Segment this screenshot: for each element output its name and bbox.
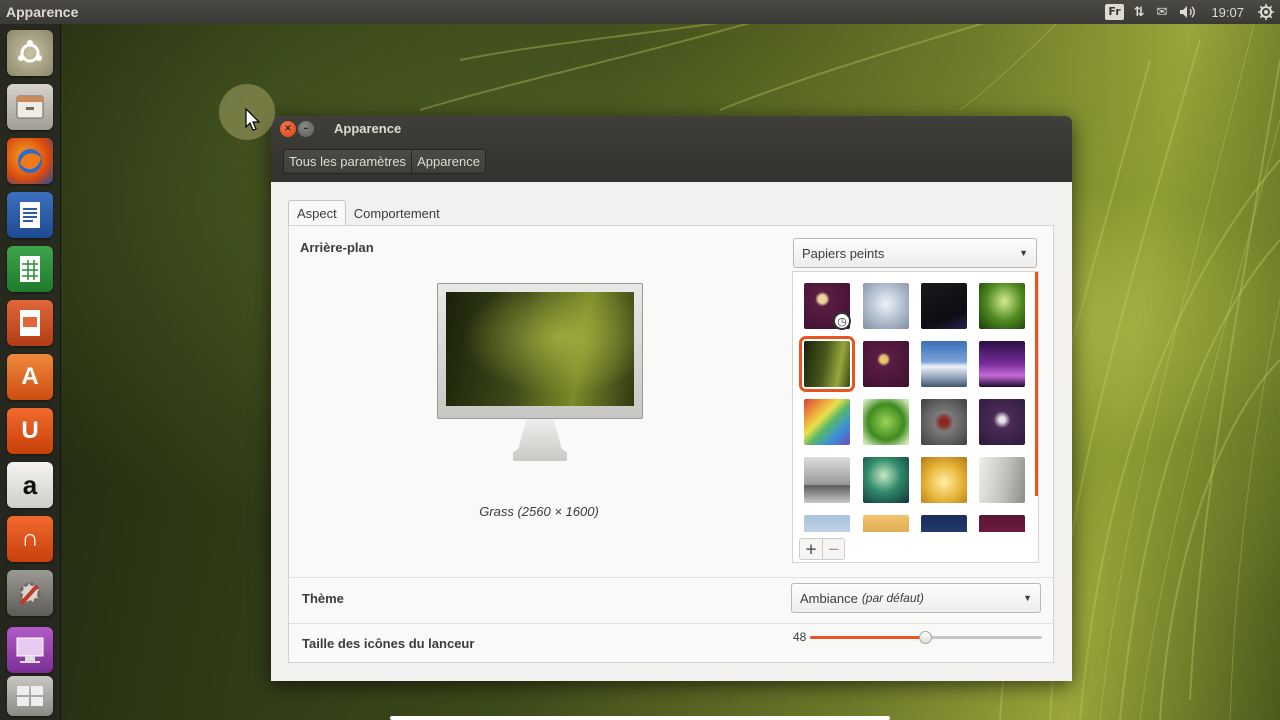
wallpaper-source-value: Papiers peints (802, 245, 885, 261)
wallpaper-thumb[interactable] (979, 515, 1025, 532)
icon-size-slider-fill (810, 636, 926, 639)
impress-icon[interactable] (7, 300, 53, 346)
theme-dropdown[interactable]: Ambiance (par défaut) ▼ (791, 583, 1041, 613)
monitor-frame (437, 283, 643, 419)
calc-icon[interactable] (7, 246, 53, 292)
ubuntu-one-music-icon[interactable]: ∩ (7, 516, 53, 562)
background-label: Arrière-plan (300, 240, 374, 255)
launcher: A U a ∩ (0, 24, 61, 720)
wallpaper-thumb[interactable] (863, 457, 909, 503)
wallpaper-thumb[interactable] (863, 399, 909, 445)
tab-comportement[interactable]: Comportement (346, 201, 448, 226)
wallpaper-thumb[interactable] (921, 399, 967, 445)
tab-aspect[interactable]: Aspect (288, 200, 346, 226)
wallpaper-thumb-selected[interactable] (799, 336, 855, 392)
wallpaper-grid-scrollbar[interactable] (1035, 272, 1038, 496)
firefox-icon[interactable] (7, 138, 53, 184)
volume-icon[interactable] (1173, 0, 1203, 24)
clock-icon: ◷ (833, 312, 851, 330)
icon-size-slider-handle[interactable] (919, 631, 932, 644)
tab-panel: Arrière-plan Grass (2560 × 1600) Papiers… (288, 225, 1054, 663)
theme-label: Thème (302, 591, 344, 606)
wallpaper-preview (437, 283, 643, 461)
monitor-screen (446, 292, 634, 406)
close-button[interactable]: × (280, 120, 296, 137)
icon-size-label: Taille des icônes du lanceur (302, 636, 475, 651)
wallpaper-thumb[interactable] (804, 515, 850, 532)
wallpaper-thumb[interactable] (921, 283, 967, 329)
wallpaper-grid: ◷ + − (792, 271, 1039, 563)
icon-size-value: 48 (793, 630, 807, 644)
wallpaper-thumb[interactable]: ◷ (804, 283, 851, 330)
bottom-bar (390, 716, 890, 720)
clock[interactable]: 19:07 (1203, 0, 1252, 24)
monitor-stand (513, 419, 567, 461)
window-titlebar[interactable]: × – Apparence (271, 116, 1072, 141)
wallpaper-thumb[interactable] (863, 283, 909, 329)
window-title: Apparence (334, 121, 402, 136)
wallpaper-thumb[interactable] (921, 341, 967, 387)
wallpaper-thumb[interactable] (979, 341, 1025, 387)
breadcrumb: Tous les paramètres Apparence (283, 149, 486, 174)
wallpaper-caption: Grass (2560 × 1600) (479, 504, 599, 519)
chevron-down-icon: ▼ (1019, 248, 1028, 258)
theme-value: Ambiance (800, 590, 858, 606)
ubuntu-one-icon[interactable]: U (7, 408, 53, 454)
tab-bar: Aspect Comportement (288, 198, 1054, 226)
wallpaper-thumb[interactable] (863, 341, 909, 387)
network-updown-icon[interactable]: ⇅ (1128, 0, 1151, 24)
wallpaper-source-dropdown[interactable]: Papiers peints ▼ (793, 238, 1037, 268)
window-toolbar: Tous les paramètres Apparence (271, 141, 1072, 182)
appearance-window: × – Apparence Tous les paramètres Appare… (271, 116, 1072, 681)
ubuntu-dash-icon[interactable] (7, 30, 53, 76)
gear-power-icon[interactable] (1252, 0, 1280, 24)
mail-icon[interactable]: ✉ (1151, 0, 1174, 24)
wallpaper-grid-scroll[interactable]: ◷ (793, 272, 1037, 532)
divider (289, 623, 1053, 624)
wallpaper-thumb[interactable] (979, 283, 1025, 329)
divider (289, 577, 1053, 578)
wallpaper-actions: + − (799, 538, 845, 560)
software-center-icon[interactable]: A (7, 354, 53, 400)
minimize-button[interactable]: – (298, 120, 314, 137)
breadcrumb-appearance[interactable]: Apparence (412, 150, 485, 173)
wallpaper-thumb[interactable] (863, 515, 909, 532)
breadcrumb-all-settings[interactable]: Tous les paramètres (284, 150, 413, 173)
active-app-title: Apparence (6, 4, 79, 20)
wallpaper-thumb[interactable] (921, 515, 967, 532)
system-settings-icon[interactable] (7, 570, 53, 616)
appearance-icon[interactable] (7, 627, 53, 673)
top-panel: Apparence Fr ⇅ ✉ 19:07 (0, 0, 1280, 24)
wallpaper-thumb[interactable] (979, 399, 1025, 445)
wallpaper-thumb[interactable] (979, 457, 1025, 503)
remove-wallpaper-button[interactable]: − (822, 539, 844, 559)
add-wallpaper-button[interactable]: + (800, 539, 822, 559)
wallpaper-thumb[interactable] (804, 399, 850, 445)
files-icon[interactable] (7, 84, 53, 130)
window-content: Aspect Comportement Arrière-plan Grass (… (288, 198, 1054, 663)
theme-default-hint: (par défaut) (861, 591, 924, 605)
wallpaper-thumb[interactable] (921, 457, 967, 503)
indicator-area: Fr ⇅ ✉ 19:07 (1101, 0, 1280, 24)
amazon-icon[interactable]: a (7, 462, 53, 508)
wallpaper-thumb[interactable] (804, 457, 850, 503)
writer-icon[interactable] (7, 192, 53, 238)
mouse-pointer-icon (245, 108, 261, 131)
chevron-down-icon: ▼ (1023, 593, 1032, 603)
keyboard-layout-indicator[interactable]: Fr (1105, 4, 1124, 20)
workspace-icon[interactable] (7, 676, 53, 716)
